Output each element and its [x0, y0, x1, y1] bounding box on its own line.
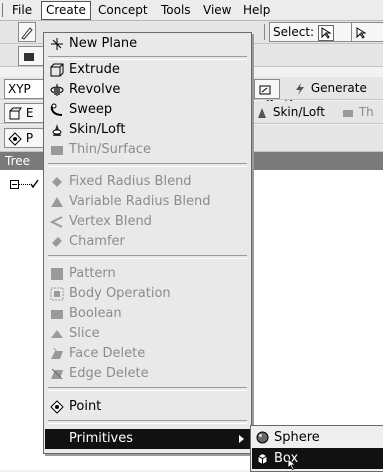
sphere-icon — [256, 431, 269, 444]
submenu-item-box[interactable]: Box — [252, 448, 383, 469]
menu-help[interactable]: Help — [239, 2, 274, 18]
menu-item-skin-loft[interactable]: Skin/Loft — [45, 120, 250, 140]
thin-surface-toolbar-label: Th — [358, 105, 374, 119]
extrude-icon — [9, 107, 22, 119]
menu-item-boolean[interactable]: Boolean — [45, 304, 250, 324]
menu-concept[interactable]: Concept — [94, 2, 152, 18]
body-operation-icon — [50, 287, 64, 301]
submenu-item-sphere[interactable]: Sphere — [252, 427, 383, 448]
new-sketch-icon — [259, 85, 271, 94]
variable-radius-blend-icon — [51, 197, 63, 207]
sketch-icon — [21, 26, 33, 40]
create-menu: New Plane Extrude Revolve Sweep Skin/Lof… — [43, 32, 252, 454]
menu-item-vertex-blend[interactable]: Vertex Blend — [45, 212, 250, 232]
menu-tools[interactable]: Tools — [157, 2, 195, 18]
menu-item-new-plane[interactable]: New Plane — [45, 34, 250, 54]
sketch-toolbar-button[interactable] — [18, 22, 36, 42]
menu-item-extrude[interactable]: Extrude — [45, 60, 250, 80]
new-plane-icon — [51, 38, 63, 50]
extrude-toolbar-button[interactable]: E — [4, 103, 46, 123]
box-icon — [257, 452, 268, 465]
toolbar-separator — [264, 24, 265, 40]
select-label: Select: — [273, 25, 315, 39]
chamfer-icon — [52, 237, 62, 247]
revolve-icon — [50, 84, 64, 96]
menu-item-edge-delete[interactable]: Edge Delete — [45, 364, 250, 384]
menu-item-fixed-radius-blend[interactable]: Fixed Radius Blend — [45, 172, 250, 192]
point-icon — [8, 131, 22, 146]
selection-toolbar: Select: — [269, 22, 355, 42]
menu-file[interactable]: File — [8, 2, 36, 18]
mouse-cursor-icon — [287, 458, 297, 470]
point-icon — [50, 400, 64, 414]
skin-loft-icon — [52, 124, 62, 136]
skin-loft-toolbar-label: Skin/Loft — [272, 105, 325, 119]
extrude-icon — [50, 63, 64, 77]
generate-label: Generate — [310, 81, 367, 95]
fixed-radius-blend-icon — [52, 177, 62, 187]
menubar-grip — [2, 3, 3, 17]
display-mode-button[interactable] — [18, 46, 46, 66]
display-mode-icon — [24, 52, 34, 61]
pattern-icon — [51, 268, 63, 280]
extrude-toolbar-label: E — [25, 106, 34, 120]
point-toolbar-label: P — [25, 131, 34, 145]
thin-surface-icon — [51, 146, 63, 155]
primitives-submenu: Sphere Box — [250, 425, 383, 472]
menu-item-pattern[interactable]: Pattern — [45, 264, 250, 284]
menu-item-slice[interactable]: Slice — [45, 324, 250, 344]
edge-delete-icon — [51, 368, 63, 380]
menu-item-face-delete[interactable]: Face Delete — [45, 344, 250, 364]
vertex-blend-icon — [50, 216, 63, 228]
menu-separator — [48, 387, 247, 391]
menu-item-point[interactable]: Point — [45, 397, 250, 417]
menu-separator — [48, 255, 247, 259]
generate-button[interactable]: Generate — [290, 79, 376, 97]
menu-create[interactable]: Create — [41, 1, 91, 20]
plane-select[interactable]: XYP — [4, 79, 46, 99]
menu-separator — [48, 420, 247, 424]
menu-item-sweep[interactable]: Sweep — [45, 100, 250, 120]
menu-item-revolve[interactable]: Revolve — [45, 80, 250, 100]
tree-header-label: Tree — [5, 154, 31, 168]
menu-item-chamfer[interactable]: Chamfer — [45, 232, 250, 252]
menu-separator — [48, 163, 247, 167]
boolean-icon — [51, 310, 63, 319]
lightning-icon — [296, 82, 304, 95]
menu-item-body-operation[interactable]: Body Operation — [45, 284, 250, 304]
select-mode-icon[interactable] — [317, 24, 334, 41]
menu-bar: File Create Concept Tools View Help — [0, 0, 383, 21]
skin-loft-icon — [258, 107, 266, 118]
select-filter-dropdown[interactable] — [351, 22, 383, 42]
menu-view[interactable]: View — [199, 2, 235, 18]
skin-loft-toolbar-button[interactable]: Skin/Loft — [252, 103, 330, 121]
point-toolbar-button[interactable]: P — [4, 128, 46, 148]
cursor-dropdown-icon — [356, 26, 367, 39]
menu-item-thin-surface[interactable]: Thin/Surface — [45, 140, 250, 160]
menu-item-primitives[interactable]: Primitives — [45, 429, 250, 449]
new-sketch-button[interactable] — [254, 79, 280, 99]
submenu-arrow-icon — [239, 435, 244, 443]
slice-icon — [51, 330, 63, 338]
tree-root-node[interactable] — [10, 179, 44, 191]
thin-surface-icon — [343, 109, 353, 117]
plane-select-value: XYP — [8, 82, 31, 96]
thin-surface-toolbar-button[interactable]: Th — [338, 103, 383, 121]
menu-item-variable-radius-blend[interactable]: Variable Radius Blend — [45, 192, 250, 212]
face-delete-icon — [51, 347, 63, 359]
sweep-icon — [50, 103, 63, 116]
